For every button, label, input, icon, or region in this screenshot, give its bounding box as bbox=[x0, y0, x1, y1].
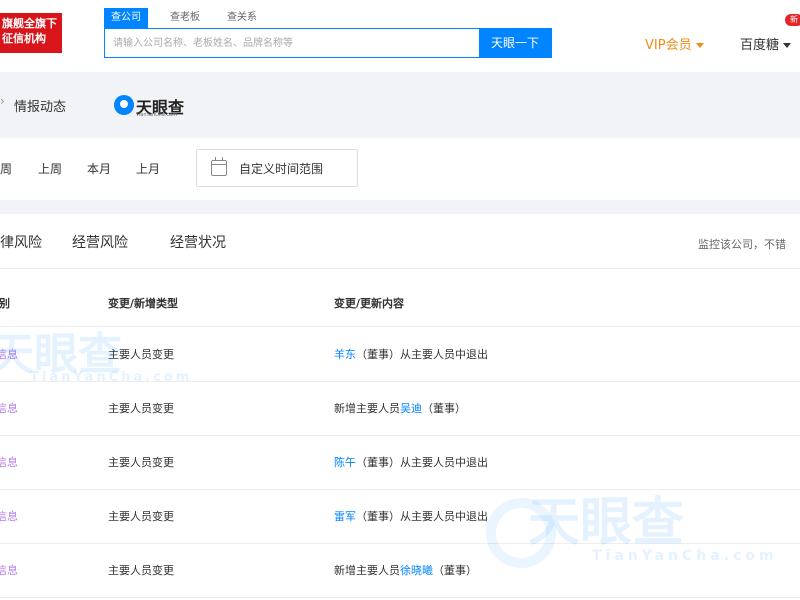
row-category-tag[interactable]: 信息 bbox=[0, 508, 18, 524]
column-header-content: 变更/更新内容 bbox=[334, 297, 405, 310]
row-change-type: 主要人员变更 bbox=[108, 402, 174, 415]
row-change-type: 主要人员变更 bbox=[108, 510, 174, 523]
content-suffix: （董事）从主要人员中退出 bbox=[356, 456, 488, 469]
search-input[interactable] bbox=[105, 29, 480, 57]
brand-badge-line-2: 征信机构 bbox=[2, 32, 46, 45]
custom-range-label: 自定义时间范围 bbox=[239, 162, 324, 176]
row-category-tag[interactable]: 信息 bbox=[0, 562, 18, 578]
top-header: 旗舰全旗下 征信机构 查公司 查老板 查关系 天眼一下 VIP会员 百度糖 新 bbox=[0, 0, 800, 72]
table-header: 类别 变更/新增类型 变更/更新内容 bbox=[0, 278, 800, 327]
row-change-content: 陈午（董事）从主要人员中退出 bbox=[334, 454, 488, 470]
search-button[interactable]: 天眼一下 bbox=[479, 29, 551, 57]
filter-this-month[interactable]: 本月 bbox=[87, 160, 111, 177]
tab-relation[interactable]: 查关系 bbox=[227, 8, 257, 28]
logo-subtext: TianYanCha.com bbox=[136, 112, 178, 118]
row-category-tag[interactable]: 信息 bbox=[0, 346, 18, 362]
row-change-content: 雷军（董事）从主要人员中退出 bbox=[334, 508, 488, 524]
tab-business-status[interactable]: 经营状况 bbox=[170, 232, 226, 252]
person-link[interactable]: 徐晓曦 bbox=[400, 564, 433, 577]
person-link[interactable]: 雷军 bbox=[334, 510, 356, 523]
filter-last-week[interactable]: 上周 bbox=[38, 160, 62, 177]
brand-badge[interactable]: 旗舰全旗下 征信机构 bbox=[0, 13, 62, 53]
content-suffix: （董事） bbox=[433, 564, 477, 577]
tab-business-risk[interactable]: 经营风险 bbox=[72, 232, 128, 252]
column-header-type: 变更/新增类型 bbox=[108, 297, 179, 310]
page-title: 情报动态 bbox=[14, 100, 67, 115]
content-suffix: （董事）从主要人员中退出 bbox=[356, 348, 488, 361]
tab-boss[interactable]: 查老板 bbox=[170, 8, 200, 28]
filter-last-month[interactable]: 上月 bbox=[136, 160, 160, 177]
content-prefix: 新增主要人员 bbox=[334, 564, 400, 577]
tianyancha-logo[interactable]: 天眼查 TianYanCha.com bbox=[114, 93, 194, 118]
row-change-content: 新增主要人员徐晓曦（董事） bbox=[334, 562, 477, 578]
account-menu[interactable]: 百度糖 bbox=[740, 34, 792, 53]
tab-company[interactable]: 查公司 bbox=[104, 8, 148, 28]
content-suffix: （董事） bbox=[422, 402, 466, 415]
account-label: 百度糖 bbox=[740, 38, 780, 53]
category-tabs: 法律风险 经营风险 经营状况 监控该公司，不错 bbox=[0, 214, 800, 269]
chevron-down-icon bbox=[695, 43, 704, 48]
person-link[interactable]: 羊东 bbox=[334, 348, 356, 361]
column-header-category: 类别 bbox=[0, 297, 10, 310]
content-suffix: （董事）从主要人员中退出 bbox=[356, 510, 488, 523]
calendar-icon bbox=[211, 157, 227, 176]
main-panel: 法律风险 经营风险 经营状况 监控该公司，不错 类别 变更/新增类型 变更/更新… bbox=[0, 214, 800, 600]
filter-this-week[interactable]: 本周 bbox=[0, 160, 12, 177]
table-row: 信息 主要人员变更 新增主要人员吴迪（董事） bbox=[0, 381, 800, 436]
row-change-type: 主要人员变更 bbox=[108, 348, 174, 361]
logo-icon bbox=[114, 95, 134, 115]
row-change-content: 新增主要人员吴迪（董事） bbox=[334, 400, 466, 416]
person-link[interactable]: 陈午 bbox=[334, 456, 356, 469]
row-change-type: 主要人员变更 bbox=[108, 564, 174, 577]
search-box: 天眼一下 bbox=[104, 28, 552, 58]
table-row: 信息 主要人员变更 羊东（董事）从主要人员中退出 bbox=[0, 327, 800, 382]
table-row: 信息 主要人员变更 雷军（董事）从主要人员中退出 bbox=[0, 489, 800, 544]
chevron-down-icon bbox=[783, 43, 792, 48]
row-category-tag[interactable]: 信息 bbox=[0, 454, 18, 470]
vip-menu[interactable]: VIP会员 bbox=[645, 34, 704, 53]
tab-legal-risk[interactable]: 法律风险 bbox=[0, 232, 42, 252]
row-change-type: 主要人员变更 bbox=[108, 456, 174, 469]
new-badge: 新 bbox=[785, 14, 800, 26]
table-row: 信息 主要人员变更 新增主要人员徐晓曦（董事） bbox=[0, 543, 800, 598]
row-category-tag[interactable]: 信息 bbox=[0, 400, 18, 416]
content-prefix: 新增主要人员 bbox=[334, 402, 400, 415]
table-row: 信息 主要人员变更 陈午（董事）从主要人员中退出 bbox=[0, 435, 800, 490]
monitor-tip[interactable]: 监控该公司，不错 bbox=[698, 236, 786, 252]
person-link[interactable]: 吴迪 bbox=[400, 402, 422, 415]
brand-badge-line-1: 旗舰全旗下 bbox=[2, 17, 57, 30]
row-change-content: 羊东（董事）从主要人员中退出 bbox=[334, 346, 488, 362]
chevron-right-icon[interactable]: › bbox=[0, 94, 5, 108]
time-filter-bar: 本周 上周 本月 上月 自定义时间范围 bbox=[0, 138, 800, 200]
custom-range-button[interactable]: 自定义时间范围 bbox=[196, 149, 358, 187]
vip-label: VIP会员 bbox=[645, 38, 692, 53]
